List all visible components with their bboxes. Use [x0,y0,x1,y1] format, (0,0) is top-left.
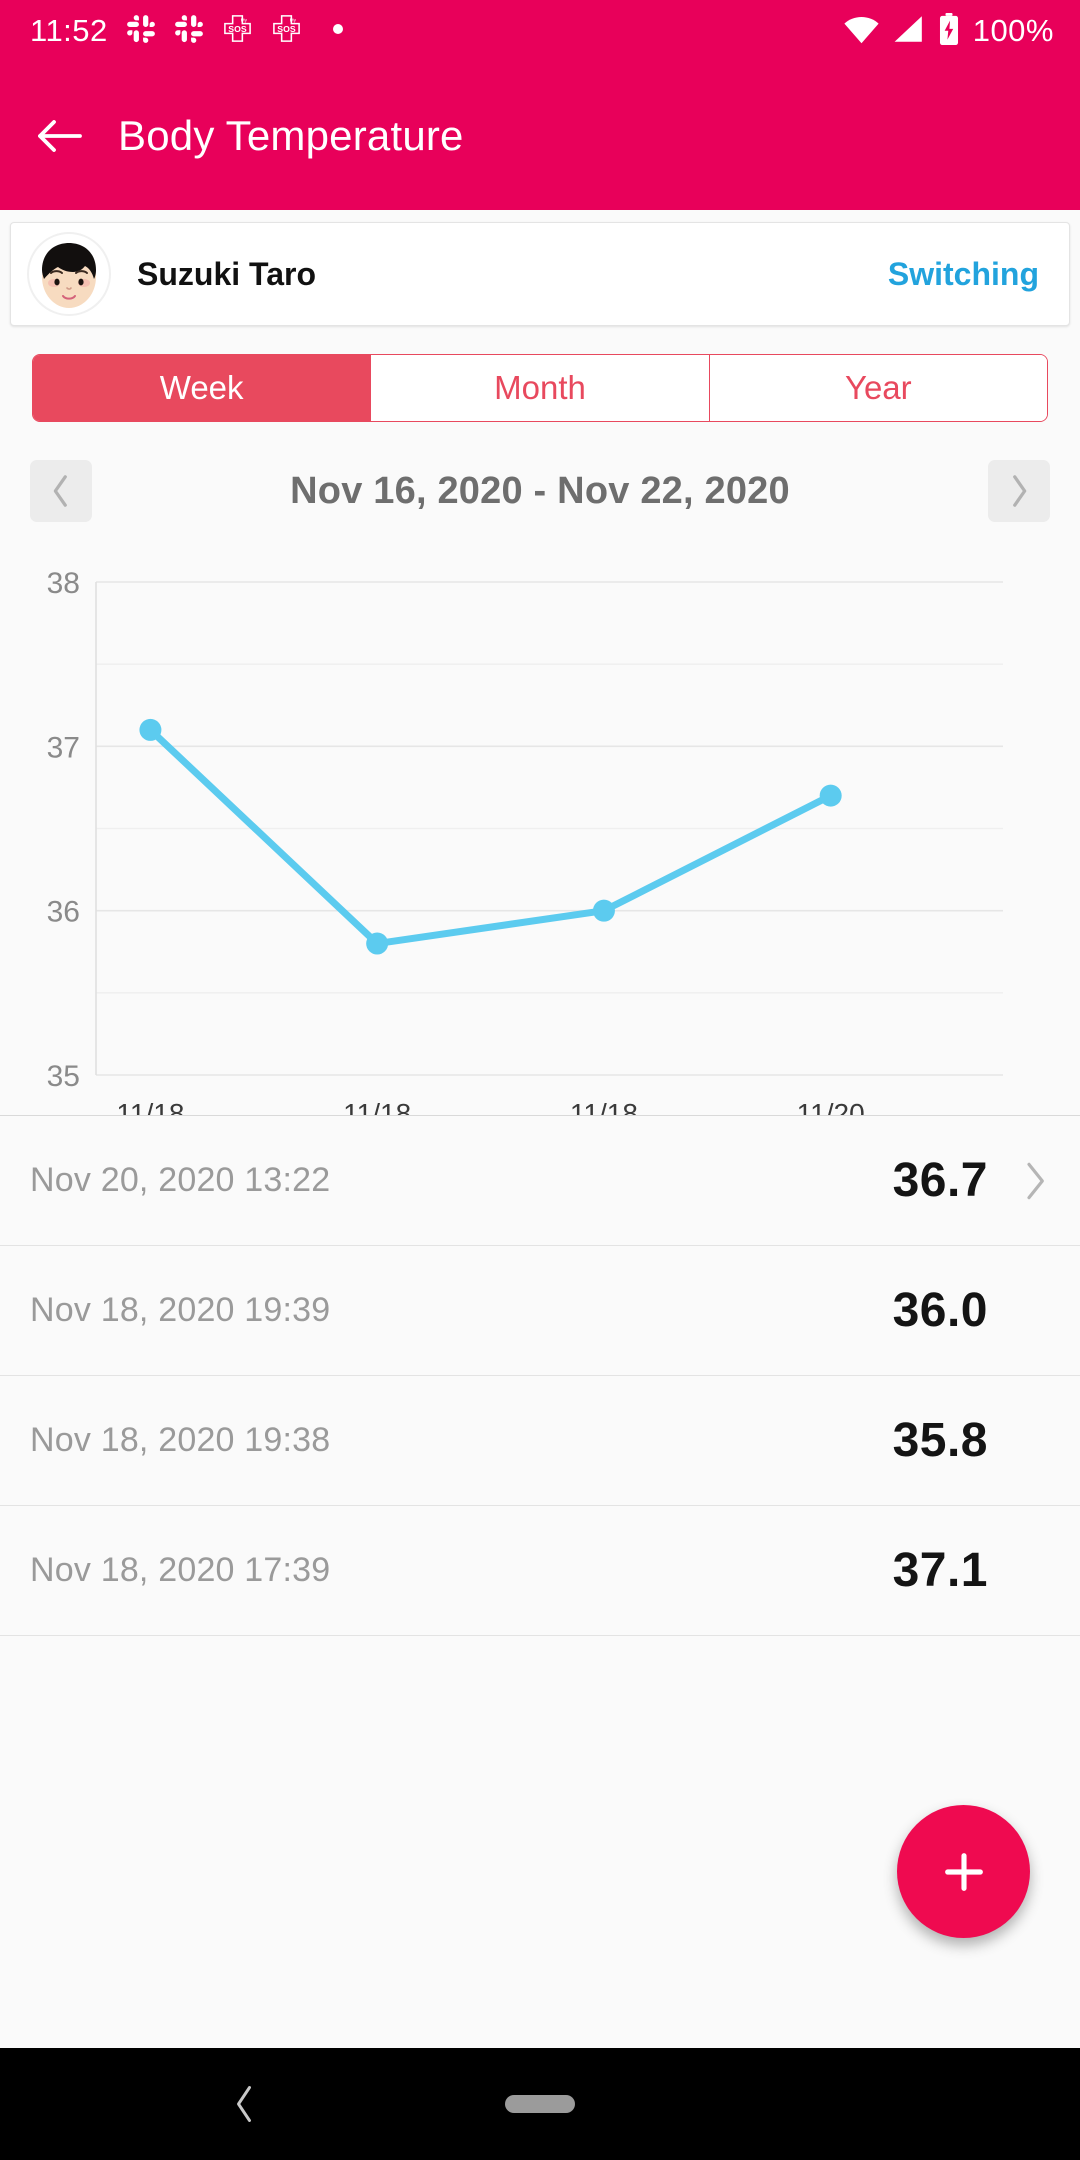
y-tick-label: 35 [47,1060,80,1093]
records-list: Nov 20, 2020 13:22 36.7 Nov 18, 2020 19:39… [0,1115,1080,1635]
record-row[interactable]: Nov 20, 2020 13:22 36.7 [0,1115,1080,1245]
tab-week[interactable]: Week [33,355,371,421]
app-bar: Body Temperature [0,62,1080,210]
y-tick-label: 37 [47,731,80,764]
record-date: Nov 18, 2020 19:39 [30,1291,331,1329]
chart-canvas: 35 36 37 38 11/18 11/18 11/18 11/20 [47,567,1003,1115]
cell-signal-icon [893,14,925,49]
chart-x-axis-labels: 11/18 11/18 11/18 11/20 [116,1098,864,1115]
next-period-button[interactable] [988,460,1050,522]
wifi-icon [843,14,880,49]
record-row[interactable]: Nov 18, 2020 17:39 37.1 [0,1505,1080,1635]
profile-card[interactable]: Suzuki Taro Switching [10,222,1070,326]
y-tick-label: 36 [47,896,80,929]
record-date: Nov 18, 2020 19:38 [30,1421,331,1459]
sos-icon: SOS My [222,13,253,49]
record-date: Nov 20, 2020 13:22 [30,1161,331,1199]
plus-icon [936,1844,992,1900]
content-spacer [0,1636,1080,1976]
switch-user-link[interactable]: Switching [888,256,1039,293]
chart-data-points [139,718,842,955]
temperature-chart: 35 36 37 38 11/18 11/18 11/18 11/20 [0,560,1080,1115]
chart-series-line [146,726,835,948]
y-tick-label: 38 [47,567,80,600]
status-clock: 11:52 [30,13,108,48]
svg-text:My: My [240,18,247,24]
record-row[interactable]: Nov 18, 2020 19:39 36.0 [0,1245,1080,1375]
date-navigation: Nov 16, 2020 - Nov 22, 2020 [30,456,1050,526]
prev-period-button[interactable] [30,460,92,522]
add-record-fab[interactable] [897,1805,1030,1938]
chart-data-point[interactable] [819,784,842,807]
chart-y-axis-labels: 35 36 37 38 [47,567,80,1093]
tab-month[interactable]: Month [370,355,709,421]
battery-percent-label: 100% [972,13,1054,48]
dot-icon [332,22,344,40]
period-tabs: Week Month Year [32,354,1048,422]
record-value: 35.8 [892,1414,988,1467]
status-bar-right: 100% [843,12,1054,50]
page-title: Body Temperature [118,112,464,159]
chart-gridlines [96,581,1003,1076]
status-bar-left: 11:52 SOS My SOS My [30,13,344,49]
status-bar: 11:52 SOS My SOS My 100% [0,0,1080,62]
chart-data-point[interactable] [139,718,162,741]
record-row[interactable]: Nov 18, 2020 19:38 35.8 [0,1375,1080,1505]
chart-data-point[interactable] [592,899,615,922]
x-tick-label: 11/18 [343,1098,411,1115]
slack-icon [126,14,156,49]
record-value: 37.1 [892,1544,988,1597]
record-value: 36.7 [892,1154,988,1207]
slack-icon [174,14,204,49]
android-nav-bar [0,2048,1080,2160]
record-date: Nov 18, 2020 17:39 [30,1551,331,1589]
svg-text:SOS: SOS [228,24,247,34]
nav-home-pill[interactable] [505,2095,575,2113]
nav-back-icon[interactable] [214,2074,274,2134]
tab-year[interactable]: Year [708,355,1047,421]
profile-name: Suzuki Taro [137,255,316,292]
svg-text:SOS: SOS [277,24,296,34]
record-value: 36.0 [892,1284,988,1337]
date-range-label: Nov 16, 2020 - Nov 22, 2020 [290,469,790,512]
battery-charging-icon [938,12,960,50]
chart-data-point[interactable] [366,932,389,955]
x-tick-label: 11/18 [570,1098,638,1115]
svg-text:My: My [289,18,296,24]
sos-icon: SOS My [271,13,302,49]
back-arrow-icon[interactable] [36,116,84,156]
chevron-right-icon[interactable] [1002,1161,1046,1201]
x-tick-label: 11/20 [797,1098,865,1115]
x-tick-label: 11/18 [116,1098,184,1115]
avatar [27,232,111,316]
